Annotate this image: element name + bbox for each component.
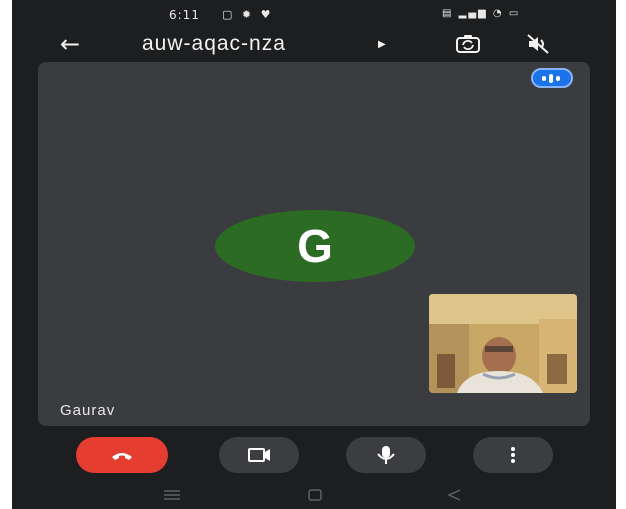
phone-screen: 6:11 ▢ ✹ ♥ ▤ ▂▄▆ ◔ ▭ ← auw-aqac-nza ▶ G … [12,0,616,509]
audio-output-off-icon[interactable] [525,32,551,56]
meeting-code[interactable]: auw-aqac-nza [142,32,286,56]
hang-up-icon [112,453,132,460]
back-icon[interactable] [446,488,462,502]
notification-icon: ▢ [222,8,236,21]
status-bar: 6:11 ▢ ✹ ♥ ▤ ▂▄▆ ◔ ▭ [12,0,616,30]
status-icons-left: ▢ ✹ ♥ [222,8,274,21]
back-arrow-icon[interactable]: ← [60,32,80,56]
microphone-button[interactable] [346,437,426,473]
camera-button[interactable] [219,437,299,473]
recent-apps-icon[interactable] [162,488,182,502]
sim-signal-icon: ▤ [442,8,454,19]
battery-icon: ▭ [508,8,521,19]
speaking-indicator-icon [531,68,573,88]
system-nav-bar [12,482,616,509]
top-bar: ← auw-aqac-nza ▶ [12,30,616,64]
self-view-video[interactable] [429,294,577,393]
self-view-image [429,294,577,393]
meeting-info-arrow-icon[interactable]: ▶ [378,39,386,50]
signal-bars-icon: ▂▄▆ [458,8,488,19]
microphone-icon [377,446,395,464]
more-options-button[interactable] [473,437,553,473]
wifi-signal-icon: ◔ [492,8,504,19]
settings-icon: ✹ [241,8,255,21]
call-controls [12,437,616,477]
camera-icon [248,448,270,462]
more-vert-icon [511,447,515,463]
status-time: 6:11 [169,8,200,22]
heart-icon: ♥ [260,8,274,21]
participant-name: Gaurav [60,402,116,419]
status-icons-right: ▤ ▂▄▆ ◔ ▭ [442,8,520,19]
home-icon[interactable] [307,488,323,502]
participant-avatar: G [215,210,415,282]
switch-camera-icon[interactable] [454,32,482,56]
end-call-button[interactable] [76,437,168,473]
